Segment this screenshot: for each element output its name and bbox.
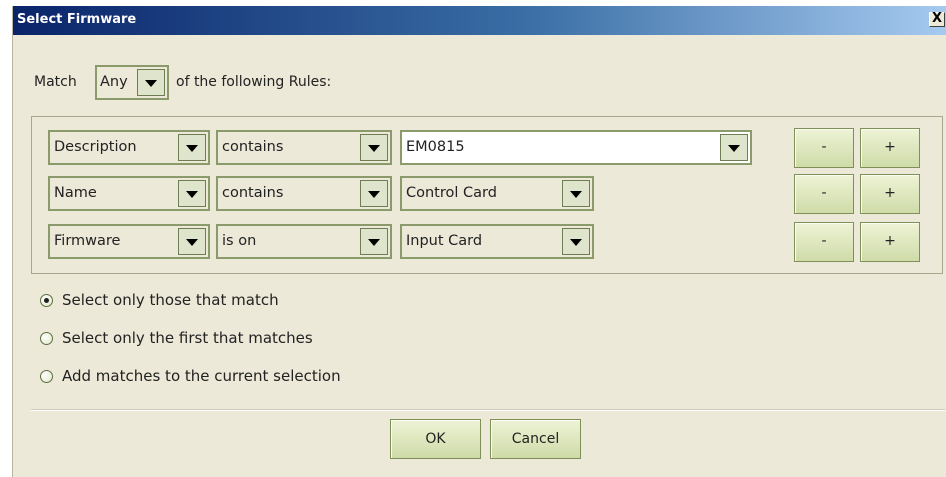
rule-value-combo[interactable]: Input Card xyxy=(400,224,594,259)
rule-row: Firmware is on Input Card - + xyxy=(32,222,942,262)
rule-operator-value: contains xyxy=(222,185,284,201)
chevron-down-icon[interactable] xyxy=(178,134,206,161)
radio-selected-dot xyxy=(44,298,49,303)
chevron-down-icon[interactable] xyxy=(720,134,748,161)
add-rule-button[interactable]: + xyxy=(860,222,920,262)
remove-rule-button[interactable]: - xyxy=(794,174,854,214)
rule-row: Name contains Control Card - + xyxy=(32,174,942,214)
chevron-down-icon[interactable] xyxy=(360,180,388,207)
rule-value-text: Input Card xyxy=(406,233,483,249)
add-rule-button[interactable]: + xyxy=(860,128,920,168)
option-label: Add matches to the current selection xyxy=(62,367,341,385)
rule-field-dropdown[interactable]: Description xyxy=(48,130,210,165)
remove-rule-button[interactable]: - xyxy=(794,128,854,168)
rule-operator-dropdown[interactable]: is on xyxy=(216,224,392,259)
rule-value-text: Control Card xyxy=(406,185,497,201)
rule-field-value: Name xyxy=(54,185,97,201)
remove-rule-button[interactable]: - xyxy=(794,222,854,262)
rule-value-combo[interactable]: EM0815 xyxy=(400,130,752,165)
rule-operator-dropdown[interactable]: contains xyxy=(216,130,392,165)
option-label: Select only the first that matches xyxy=(62,329,313,347)
rule-value-combo[interactable]: Control Card xyxy=(400,176,594,211)
radio-button-icon[interactable] xyxy=(40,370,53,383)
option-label: Select only those that match xyxy=(62,291,279,309)
rule-field-value: Firmware xyxy=(54,233,121,249)
chevron-down-icon[interactable] xyxy=(178,180,206,207)
chevron-down-icon[interactable] xyxy=(562,228,590,255)
match-label: Match xyxy=(34,74,77,90)
chevron-down-icon[interactable] xyxy=(178,228,206,255)
separator xyxy=(31,409,945,411)
match-suffix-label: of the following Rules: xyxy=(176,74,332,90)
rule-operator-value: contains xyxy=(222,139,284,155)
radio-button-icon[interactable] xyxy=(40,294,53,307)
rule-value-text: EM0815 xyxy=(406,139,465,155)
rule-field-dropdown[interactable]: Name xyxy=(48,176,210,211)
dialog-title: Select Firmware xyxy=(17,12,137,27)
add-rule-button[interactable]: + xyxy=(860,174,920,214)
chevron-down-icon[interactable] xyxy=(137,69,165,96)
title-bar[interactable]: Select Firmware X xyxy=(13,6,946,35)
rule-operator-dropdown[interactable]: contains xyxy=(216,176,392,211)
radio-button-icon[interactable] xyxy=(40,332,53,345)
select-firmware-dialog: Select Firmware X Match Any of the follo… xyxy=(12,6,946,477)
rule-field-value: Description xyxy=(54,139,137,155)
ok-button[interactable]: OK xyxy=(390,419,481,459)
cancel-button[interactable]: Cancel xyxy=(490,419,581,459)
chevron-down-icon[interactable] xyxy=(562,180,590,207)
match-mode-dropdown[interactable]: Any xyxy=(95,65,169,100)
close-icon[interactable]: X xyxy=(929,12,945,27)
rule-operator-value: is on xyxy=(222,233,257,249)
rules-panel: Description contains EM0815 - + Name con… xyxy=(31,116,943,274)
chevron-down-icon[interactable] xyxy=(360,134,388,161)
match-mode-value: Any xyxy=(100,74,128,90)
rule-row: Description contains EM0815 - + xyxy=(32,128,942,168)
rule-field-dropdown[interactable]: Firmware xyxy=(48,224,210,259)
chevron-down-icon[interactable] xyxy=(360,228,388,255)
